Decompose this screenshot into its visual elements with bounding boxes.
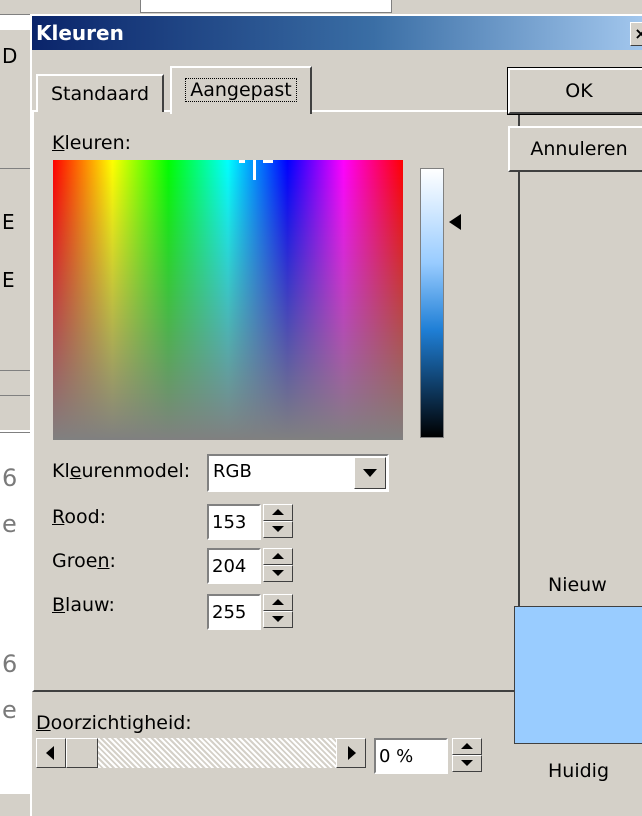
red-stepper[interactable]: 153 <box>207 504 295 540</box>
background-text: e <box>2 510 17 538</box>
background-combo <box>140 0 392 13</box>
transparency-stepper[interactable]: 0 % <box>374 738 486 774</box>
red-increment-button[interactable] <box>263 504 293 521</box>
colors-dialog: Kleuren × Standaard Aangepast Kleuren: K… <box>30 14 642 816</box>
dialog-title: Kleuren <box>36 21 124 45</box>
title-bar[interactable]: Kleuren × <box>32 16 642 50</box>
arrow-down-icon <box>272 526 284 532</box>
transparency-increment-button[interactable] <box>452 738 482 755</box>
tab-label: Standaard <box>50 83 150 105</box>
green-decrement-button[interactable] <box>263 565 293 582</box>
close-button[interactable]: × <box>630 22 642 46</box>
new-color-label: Nieuw <box>548 574 607 596</box>
arrow-up-icon <box>272 553 284 559</box>
cancel-button[interactable]: Annuleren <box>508 126 642 172</box>
green-label: Groen: <box>52 550 116 572</box>
color-preview <box>514 606 642 744</box>
arrow-down-icon <box>272 616 284 622</box>
close-icon: × <box>634 24 642 43</box>
current-color-label: Huidig <box>548 760 610 782</box>
blue-decrement-button[interactable] <box>263 611 293 628</box>
tab-label: Aangepast <box>185 78 297 102</box>
background-text: 6 <box>2 464 18 492</box>
arrow-up-icon <box>461 743 473 749</box>
green-stepper[interactable]: 204 <box>207 548 295 584</box>
transparency-field[interactable]: 0 % <box>374 738 448 774</box>
chevron-down-icon <box>363 469 377 477</box>
arrow-right-icon <box>348 746 356 760</box>
arrow-up-icon <box>272 599 284 605</box>
scroll-right-button[interactable] <box>336 738 366 768</box>
crosshair-icon <box>263 160 273 163</box>
background-letter: E <box>2 210 15 234</box>
green-field[interactable]: 204 <box>207 548 261 584</box>
arrow-left-icon <box>46 746 54 760</box>
background-divider <box>0 395 30 396</box>
color-model-select[interactable]: RGB <box>207 454 389 492</box>
ok-button[interactable]: OK <box>507 67 642 115</box>
blue-stepper[interactable]: 255 <box>207 594 295 630</box>
background-window: D E E 6 e 6 e <box>0 0 642 794</box>
background-divider <box>0 432 30 433</box>
crosshair-icon <box>239 160 245 163</box>
blue-increment-button[interactable] <box>263 594 293 611</box>
background-divider <box>0 168 30 169</box>
blue-label: Blauw: <box>52 594 115 616</box>
transparency-slider[interactable] <box>36 738 366 768</box>
blue-field[interactable]: 255 <box>207 594 261 630</box>
background-letter: E <box>2 268 15 292</box>
dropdown-button[interactable] <box>354 457 386 489</box>
cancel-label: Annuleren <box>530 138 628 160</box>
luminance-slider[interactable] <box>420 168 444 438</box>
luminance-arrow-icon[interactable] <box>449 214 461 230</box>
color-model-label: Kleurenmodel: <box>52 460 191 482</box>
transparency-decrement-button[interactable] <box>452 755 482 772</box>
background-divider <box>0 370 30 371</box>
red-label: Rood: <box>52 506 107 528</box>
ok-label: OK <box>565 80 593 102</box>
background-text: e <box>2 696 17 724</box>
tab-custom[interactable]: Aangepast <box>170 66 312 114</box>
scroll-left-button[interactable] <box>36 738 66 768</box>
crosshair-icon <box>253 160 256 180</box>
red-decrement-button[interactable] <box>263 521 293 538</box>
transparency-label: Doorzichtigheid: <box>36 712 192 734</box>
color-spectrum[interactable] <box>53 160 403 440</box>
arrow-down-icon <box>272 570 284 576</box>
background-letter: D <box>2 44 18 68</box>
background-text: 6 <box>2 650 18 678</box>
arrow-down-icon <box>461 760 473 766</box>
arrow-up-icon <box>272 509 284 515</box>
slider-thumb[interactable] <box>66 738 98 768</box>
color-model-value: RGB <box>213 461 252 482</box>
green-increment-button[interactable] <box>263 548 293 565</box>
red-field[interactable]: 153 <box>207 504 261 540</box>
tab-standard[interactable]: Standaard <box>36 74 164 112</box>
colors-label: Kleuren: <box>52 132 132 154</box>
